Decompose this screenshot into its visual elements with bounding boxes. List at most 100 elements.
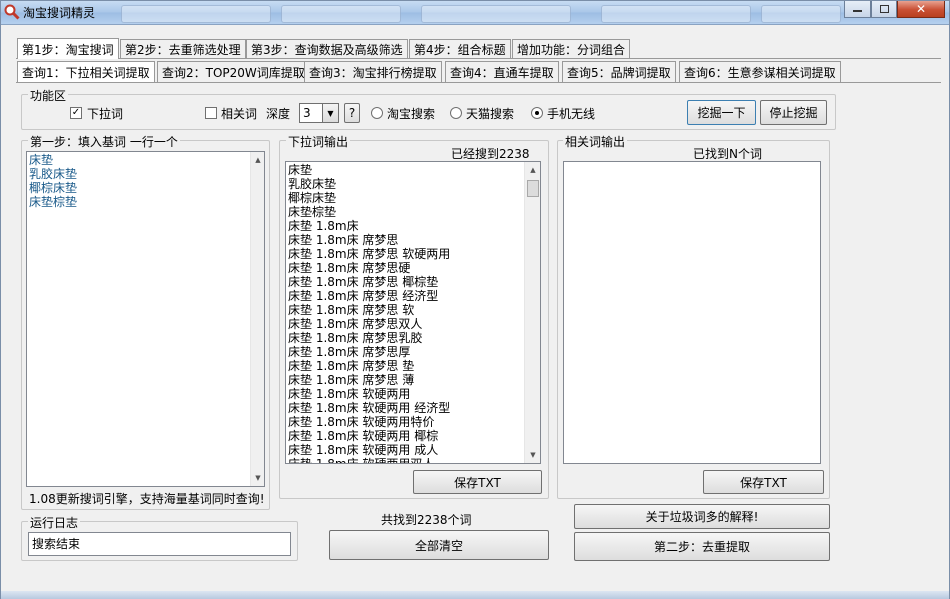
magnifier-icon [4,4,20,20]
minimize-button[interactable] [844,1,871,18]
keywords-scrollbar[interactable]: ▲ ▼ [250,152,264,486]
scroll-up-icon[interactable]: ▲ [251,152,264,168]
tab-extra[interactable]: 增加功能：分词组合 [512,39,631,59]
checkmark-icon: ✓ [71,107,81,118]
radio-mobile-label: 手机无线 [547,107,596,121]
dropdown-output-item[interactable]: 床垫 1.8m床 软硬两用 椰棕 [288,429,450,443]
dropdown-output-item[interactable]: 床垫 1.8m床 软硬两用 经济型 [288,401,450,415]
app-window: 淘宝搜词精灵 ✕ 第1步：淘宝搜词 第2步：去重筛选处理 第3步：查询数据及高级… [0,0,950,599]
log-value: 搜索结束 [32,537,81,551]
tab-strip-line [16,58,941,59]
dropdown-output-item[interactable]: 床垫 1.8m床 软硬两用 成人 [288,443,450,457]
keywords-input[interactable]: 床垫 乳胶床垫 椰棕床垫 床垫棕垫 ▲ ▼ [26,151,265,487]
dropdown-output-item[interactable]: 床垫 1.8m床 席梦思 软 [288,303,450,317]
radio-taobao[interactable] [371,107,383,119]
subtab-query6[interactable]: 查询6：生意参谋相关词提取 [679,61,841,82]
mine-button-label: 挖掘一下 [697,106,746,120]
tab-step1[interactable]: 第1步：淘宝搜词 [17,38,119,59]
dropdown-output-item[interactable]: 床垫 1.8m床 软硬两用特价 [288,415,450,429]
scroll-down-icon[interactable]: ▼ [525,447,540,463]
tab-step4[interactable]: 第4步：组合标题 [409,39,511,59]
log-field[interactable]: 搜索结束 [28,532,291,556]
subtab-query4[interactable]: 查询4：直通车提取 [445,61,559,82]
function-area-label: 功能区 [28,87,69,104]
dropdown-output-item[interactable]: 床垫棕垫 [288,205,450,219]
keyword-list: 床垫 乳胶床垫 椰棕床垫 床垫棕垫 [29,153,77,209]
dropdown-output-item[interactable]: 床垫 1.8m床 席梦思 薄 [288,373,450,387]
dropdown-scrollbar[interactable]: ▲ ▼ [524,162,540,463]
subtab-strip-line [16,82,941,83]
dropdown-output-item[interactable]: 床垫 1.8m床 席梦思 椰棕垫 [288,275,450,289]
tab-label: 第4步：组合标题 [414,43,506,57]
dropdown-output-item[interactable]: 床垫 1.8m床 席梦思厚 [288,345,450,359]
dropdown-output-item[interactable]: 床垫 1.8m床 席梦思硬 [288,261,450,275]
dropdown-output-item[interactable]: 床垫 1.8m床 席梦思乳胶 [288,331,450,345]
subtab-query5[interactable]: 查询5：品牌词提取 [562,61,676,82]
step1-note: 1.08更新搜词引擎，支持海量基词同时查询! [29,492,265,506]
junk-explanation-button[interactable]: 关于垃圾词多的解释! [574,504,830,529]
subtab-query3[interactable]: 查询3：淘宝排行榜提取 [304,61,442,82]
radio-mobile[interactable] [531,107,543,119]
subtab-label: 查询1：下拉相关词提取 [22,65,150,80]
radio-selected-dot [535,111,539,115]
minimize-icon [853,10,862,12]
dropdown-output-item[interactable]: 椰棕床垫 [288,191,450,205]
dropdown-output-item[interactable]: 床垫 1.8m床 席梦思 垫 [288,359,450,373]
related-checkbox[interactable] [205,107,217,119]
dropdown-output-item[interactable]: 床垫 1.8m床 席梦思双人 [288,317,450,331]
scroll-thumb[interactable] [527,180,539,197]
radio-taobao-label: 淘宝搜索 [387,107,436,121]
background-taskbar-ghost [281,5,401,23]
related-output-list[interactable] [563,161,821,464]
stop-button[interactable]: 停止挖掘 [760,100,827,125]
depth-select[interactable]: 3 ▼ [299,103,339,123]
log-label: 运行日志 [28,514,81,531]
subtab-query1[interactable]: 查询1：下拉相关词提取 [17,61,155,82]
clear-all-button[interactable]: 全部清空 [329,530,549,560]
background-taskbar-ghost [601,5,751,23]
subtab-query2[interactable]: 查询2：TOP20W词库提取 [157,61,310,82]
background-taskbar-ghost [421,5,571,23]
dropdown-output-list[interactable]: 床垫 乳胶床垫 椰棕床垫 床垫棕垫 床垫 1.8m床 床垫 1.8m床 席梦思 床垫 1.8… [285,161,541,464]
dropdown-output-item[interactable]: 床垫 1.8m床 席梦思 [288,233,450,247]
tab-label: 第1步：淘宝搜词 [22,42,114,57]
dropdown-output-item[interactable]: 乳胶床垫 [288,177,450,191]
help-button[interactable]: ? [344,103,360,123]
tab-label: 第2步：去重筛选处理 [125,43,241,57]
dropdown-output-item[interactable]: 床垫 1.8m床 [288,219,450,233]
mine-button[interactable]: 挖掘一下 [687,100,756,125]
clear-all-label: 全部清空 [414,538,463,553]
scroll-up-icon[interactable]: ▲ [525,162,540,178]
found-count: 共找到2238个词 [381,513,472,527]
maximize-button[interactable] [871,1,897,18]
subtab-label: 查询2：TOP20W词库提取 [162,65,305,80]
maximize-icon [879,5,889,13]
depth-value: 3 [303,106,311,120]
tab-step2[interactable]: 第2步：去重筛选处理 [120,39,246,59]
dedupe-step2-button[interactable]: 第二步：去重提取 [574,532,830,561]
dedupe-step2-label: 第二步：去重提取 [653,540,750,554]
dropdown-output-item[interactable]: 床垫 1.8m床 席梦思 经济型 [288,289,450,303]
window-bottom-border [1,591,949,599]
dropdown-output-item[interactable]: 床垫 1.8m床 软硬两用 [288,387,450,401]
keyword-line: 床垫棕垫 [29,195,78,209]
chevron-down-icon[interactable]: ▼ [322,104,338,122]
dropdown-checkbox[interactable]: ✓ [70,107,82,119]
dropdown-output-items: 床垫 乳胶床垫 椰棕床垫 床垫棕垫 床垫 1.8m床 床垫 1.8m床 席梦思 床垫 1.8… [288,163,450,463]
window-title: 淘宝搜词精灵 [23,6,96,20]
depth-label: 深度 [266,107,291,121]
dropdown-output-status: 已经搜到2238 [451,147,530,161]
scroll-down-icon[interactable]: ▼ [251,470,264,486]
close-button[interactable]: ✕ [897,1,945,18]
keyword-line: 椰棕床垫 [29,181,78,195]
dropdown-output-item[interactable]: 床垫 1.8m床 席梦思 软硬两用 [288,247,450,261]
dropdown-output-item[interactable]: 床垫 1.8m床 软硬两用双人 [288,457,450,463]
help-label: ? [348,106,356,120]
title-bar[interactable]: 淘宝搜词精灵 ✕ [1,1,949,25]
save-dropdown-button[interactable]: 保存TXT [413,470,542,494]
save-related-button[interactable]: 保存TXT [703,470,824,494]
tab-label: 第3步：查询数据及高级筛选 [251,43,403,57]
radio-tmall[interactable] [450,107,462,119]
tab-step3[interactable]: 第3步：查询数据及高级筛选 [246,39,408,59]
dropdown-output-item[interactable]: 床垫 [288,163,450,177]
